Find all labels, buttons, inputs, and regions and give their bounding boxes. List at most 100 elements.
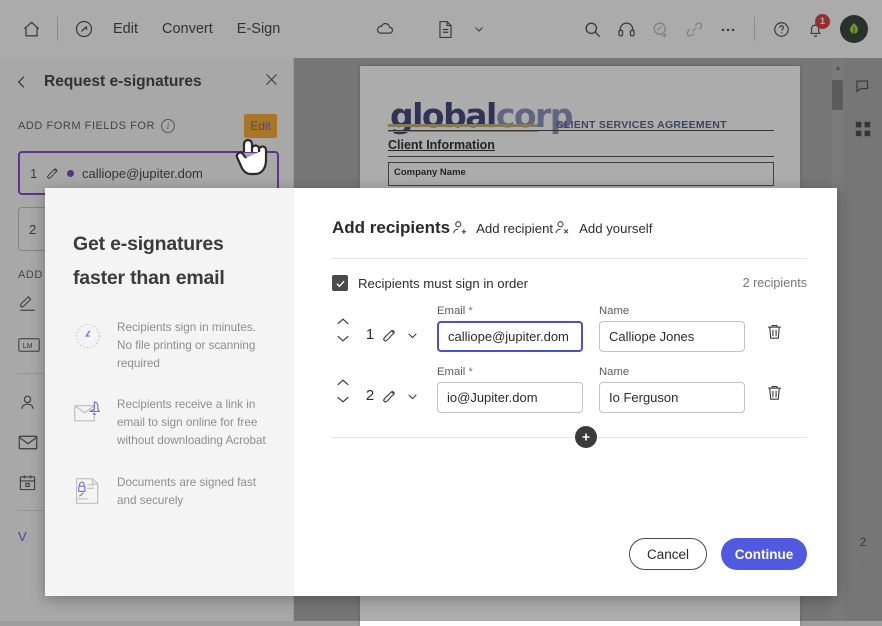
document-field-box: Company Name: [388, 162, 774, 186]
recipient-2-email-field: Email *: [437, 366, 583, 413]
recipient-role-selector-1[interactable]: [382, 326, 419, 352]
add-form-fields-label: ADD FORM FIELDS FOR: [18, 120, 155, 132]
promo-item-2-text: Recipients receive a link in email to si…: [117, 396, 272, 449]
toolbar-divider: [57, 17, 58, 41]
recipient-2-name-input[interactable]: [599, 382, 745, 413]
recipient-count: 2 recipients: [743, 276, 807, 290]
date-field-icon: [18, 473, 37, 492]
header-divider: [332, 258, 807, 259]
delete-icon[interactable]: [765, 322, 784, 352]
add-recipient-icon: [450, 219, 468, 237]
page-thumbnails-icon[interactable]: [855, 121, 871, 142]
add-row-plus-icon[interactable]: [575, 426, 597, 448]
edit-recipients-button[interactable]: Edit: [250, 119, 271, 133]
sign-in-order-label: Recipients must sign in order: [358, 276, 528, 291]
recipients-panel: Add recipients Add recipient Add yoursel…: [294, 188, 837, 596]
share-link-icon[interactable]: [677, 12, 711, 46]
add-yourself-button[interactable]: Add yourself: [553, 219, 652, 237]
chevron-down-icon[interactable]: [462, 12, 496, 46]
recipient-row-2-number: 2: [358, 387, 382, 413]
back-chevron-icon[interactable]: [14, 74, 36, 90]
cancel-button[interactable]: Cancel: [629, 538, 707, 570]
name-label: Name: [599, 305, 745, 317]
dialog-footer: Cancel Continue: [629, 538, 807, 570]
help-icon[interactable]: [764, 12, 798, 46]
document-icon[interactable]: [428, 12, 462, 46]
dialog-title: Add recipients: [332, 218, 450, 238]
document-section-heading: Client Information: [388, 138, 495, 152]
add-yourself-label: Add yourself: [579, 221, 652, 236]
name-label: Name: [599, 366, 745, 378]
add-row-divider: [332, 437, 807, 438]
recipient-role-selector-2[interactable]: [382, 387, 419, 413]
document-field-label: Company Name: [394, 167, 466, 178]
edit-button-highlight: Edit: [244, 114, 277, 138]
search-icon[interactable]: [575, 12, 609, 46]
email-label-text: Email: [437, 305, 465, 317]
promo-item-3: Documents are signed fast and securely: [73, 474, 272, 511]
recipient-color-dot: [67, 170, 74, 177]
sign-in-order-row: Recipients must sign in order 2 recipien…: [332, 275, 807, 291]
recipient-1-email-input[interactable]: [437, 321, 583, 352]
email-notification-icon: [73, 396, 117, 449]
signature-field-icon: [18, 296, 37, 315]
continue-button[interactable]: Continue: [721, 538, 807, 570]
comment-icon[interactable]: [854, 78, 872, 101]
more-options-icon[interactable]: [711, 12, 745, 46]
add-signature-icon[interactable]: [643, 12, 677, 46]
signer-role-icon: [382, 387, 401, 406]
delete-icon[interactable]: [765, 383, 784, 413]
toolbar-divider-right: [754, 17, 755, 41]
recipient-2-email-input[interactable]: [437, 382, 583, 413]
scrollbar-up-arrow[interactable]: ▲: [834, 63, 842, 72]
reorder-stepper-1[interactable]: [332, 317, 354, 352]
initials-field-icon: LM: [18, 337, 40, 353]
chevron-down-icon: [406, 329, 419, 342]
promo-item-2: Recipients receive a link in email to si…: [73, 396, 272, 449]
scroll-up-icon[interactable]: [844, 563, 882, 575]
notifications-icon[interactable]: 1: [798, 12, 832, 46]
move-up-icon[interactable]: [336, 317, 350, 326]
signer-role-icon: [46, 165, 63, 182]
name-field-icon: [18, 393, 37, 412]
recipient-1-name-input[interactable]: [599, 321, 745, 352]
headphones-icon[interactable]: [609, 12, 643, 46]
promo-headline-line2: faster than email: [73, 267, 225, 289]
close-icon[interactable]: [264, 72, 279, 92]
tools-icon[interactable]: [67, 12, 101, 46]
clock-icon: [73, 319, 117, 372]
svg-text:LM: LM: [23, 343, 33, 350]
menu-item-esign[interactable]: E-Sign: [225, 12, 293, 46]
add-form-fields-section: ADD FORM FIELDS FOR i Edit: [0, 106, 293, 144]
promo-panel: Get e-signatures faster than email Recip…: [45, 188, 294, 596]
email-label: Email *: [437, 305, 583, 317]
add-recipient-label: Add recipient: [476, 221, 553, 236]
home-icon[interactable]: [14, 12, 48, 46]
reorder-stepper-2[interactable]: [332, 378, 354, 413]
promo-headline-line1: Get e-signatures: [73, 233, 224, 255]
notification-badge: 1: [815, 14, 830, 29]
recipient-row: 2 Email * Name: [332, 366, 807, 413]
sign-in-order-checkbox[interactable]: [332, 275, 348, 291]
logo-accent-line: [388, 124, 538, 127]
move-up-icon[interactable]: [336, 378, 350, 387]
info-icon[interactable]: i: [161, 119, 175, 133]
cloud-icon[interactable]: [368, 12, 402, 46]
move-down-icon[interactable]: [336, 395, 350, 404]
scrollbar-thumb[interactable]: [832, 80, 843, 110]
secure-document-icon: [73, 474, 117, 511]
promo-item-3-text: Documents are signed fast and securely: [117, 474, 272, 511]
recipient-row: 1 Email * Name: [332, 305, 807, 352]
menu-item-convert[interactable]: Convert: [150, 12, 225, 46]
move-down-icon[interactable]: [336, 334, 350, 343]
recipient-1-name-field: Name: [599, 305, 745, 352]
page-number: 2: [844, 535, 882, 549]
required-marker: *: [468, 366, 472, 378]
required-marker: *: [468, 305, 472, 317]
recipient-1-email-field: Email *: [437, 305, 583, 352]
sidebar-recipient-1-number: 1: [30, 166, 46, 181]
add-recipient-button[interactable]: Add recipient: [450, 219, 553, 237]
sidebar-header: Request e-signatures: [0, 58, 293, 106]
menu-item-edit[interactable]: Edit: [101, 12, 150, 46]
user-avatar[interactable]: [840, 15, 868, 43]
